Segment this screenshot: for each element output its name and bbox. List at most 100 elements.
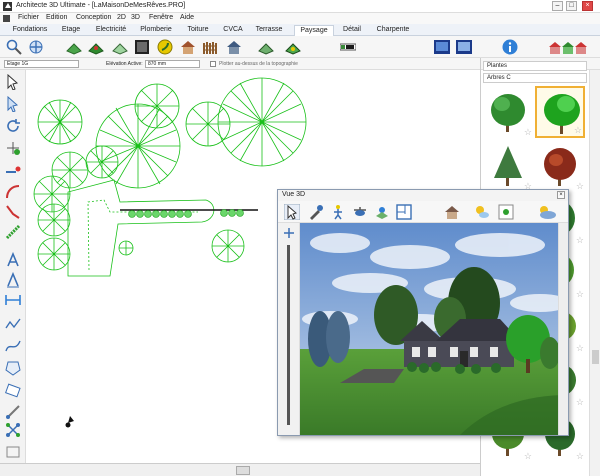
library-scrollbar[interactable] [589, 70, 600, 476]
select-arrow-icon[interactable] [284, 204, 300, 220]
ribbon-tabs: Fondations Etage Electricité Plomberie T… [0, 24, 600, 36]
tab-electricite[interactable]: Electricité [91, 25, 131, 36]
rectangle-tool-icon[interactable] [5, 382, 21, 398]
render-settings-icon[interactable] [498, 204, 514, 220]
line-tool-icon[interactable] [5, 164, 21, 180]
polygon-icon[interactable] [5, 360, 21, 376]
close-button[interactable]: × [582, 1, 593, 11]
tab-fondations[interactable]: Fondations [8, 25, 52, 36]
library-item[interactable]: ☆ [483, 86, 533, 138]
library-buildings-icon[interactable] [548, 39, 588, 55]
tree-symbol [37, 99, 83, 145]
menu-fichier[interactable]: Fichier [18, 14, 39, 21]
arc-tool-icon[interactable] [5, 184, 21, 200]
rotate-icon[interactable] [5, 118, 21, 134]
star-icon[interactable]: ☆ [524, 127, 532, 138]
library-item[interactable]: ☆ [483, 140, 533, 192]
elevation-field[interactable]: 870 mm [145, 60, 200, 68]
terrain-icon[interactable] [66, 39, 82, 55]
aerial-camera-icon[interactable] [352, 204, 368, 220]
view-3d-scrollbar[interactable] [558, 223, 568, 435]
search-icon[interactable] [6, 39, 22, 55]
terrain-profile-icon[interactable] [340, 39, 356, 55]
menu-conception[interactable]: Conception [76, 14, 111, 21]
library-scroll-thumb[interactable] [592, 350, 599, 364]
text-tool-icon[interactable] [5, 252, 21, 268]
floorplan-icon[interactable] [396, 204, 412, 220]
menu-3d[interactable]: 3D [131, 14, 140, 21]
plant-tool-icon[interactable] [157, 39, 173, 55]
gazebo-icon[interactable] [180, 39, 196, 55]
house-icon[interactable] [226, 39, 242, 55]
menu-aide[interactable]: Aide [180, 14, 194, 21]
view-3d-close-button[interactable]: × [557, 191, 565, 199]
tab-charpente[interactable]: Charpente [372, 25, 414, 36]
move-icon[interactable] [28, 39, 44, 55]
tab-plomberie[interactable]: Plomberie [136, 25, 176, 36]
dimension-icon[interactable] [5, 292, 21, 308]
layers-icon[interactable] [5, 444, 21, 460]
minimize-button[interactable]: – [552, 1, 563, 11]
zoom-slider-icon[interactable] [283, 227, 295, 239]
plot-checkbox[interactable] [210, 61, 216, 67]
fence-icon[interactable] [202, 39, 218, 55]
view-3d-render[interactable] [300, 223, 568, 435]
tab-terrasse[interactable]: Terrasse [251, 25, 287, 36]
spline-icon[interactable] [5, 338, 21, 354]
library-category[interactable]: Plantes [483, 61, 587, 71]
star-icon[interactable]: ☆ [576, 181, 584, 192]
add-point-icon[interactable] [5, 140, 21, 156]
menu-edition[interactable]: Edition [46, 14, 67, 21]
star-icon[interactable]: ☆ [524, 451, 532, 462]
eyedropper-icon[interactable] [308, 204, 324, 220]
star-icon[interactable]: ☆ [576, 235, 584, 246]
curve-tool-icon[interactable] [5, 204, 21, 220]
water-icon[interactable] [285, 39, 301, 55]
tree-symbol [217, 77, 307, 167]
garden-path [67, 179, 215, 277]
plan-trees [33, 77, 307, 271]
star-icon[interactable]: ☆ [576, 343, 584, 354]
zoom-slider-track[interactable] [287, 245, 290, 425]
select-arrow-icon[interactable] [5, 74, 21, 90]
star-icon[interactable]: ☆ [574, 125, 582, 136]
lawn-icon[interactable] [88, 39, 104, 55]
planting-bed-icon[interactable] [134, 39, 150, 55]
info-icon[interactable] [502, 39, 518, 55]
rock-icon[interactable] [258, 39, 274, 55]
tab-etage[interactable]: Etage [57, 25, 85, 36]
star-icon[interactable]: ☆ [576, 397, 584, 408]
weather-icon[interactable] [536, 204, 558, 220]
node-edit-icon[interactable] [5, 422, 21, 438]
menu-2d[interactable]: 2D [117, 14, 126, 21]
tab-cvca[interactable]: CVCA [221, 25, 245, 36]
chain-tool-icon[interactable] [5, 224, 21, 240]
tab-toiture[interactable]: Toiture [183, 25, 213, 36]
horizontal-scroll-thumb[interactable] [236, 466, 250, 475]
tab-paysage[interactable]: Paysage [294, 25, 334, 36]
view-plan-icon[interactable] [434, 39, 450, 55]
star-icon[interactable]: ☆ [576, 451, 584, 462]
library-item[interactable]: ☆ [535, 140, 585, 192]
library-subcategory[interactable]: Arbres C [483, 73, 587, 83]
select-point-icon[interactable] [5, 96, 21, 112]
restore-button[interactable]: □ [566, 1, 577, 11]
polyline-icon[interactable] [5, 316, 21, 332]
view-3d-window[interactable]: Vue 3D × [277, 189, 569, 436]
app-menu-icon[interactable] [3, 15, 10, 22]
star-icon[interactable]: ☆ [576, 289, 584, 300]
main-toolbar [0, 36, 600, 58]
menu-fenetre[interactable]: Fenêtre [149, 14, 173, 21]
house-icon[interactable] [444, 204, 460, 220]
level-select[interactable]: Etage 1G [4, 60, 79, 68]
orbit-icon[interactable] [374, 204, 390, 220]
sun-cloud-icon[interactable] [474, 204, 490, 220]
elevation-label: Elévation Active: [106, 61, 143, 67]
measure-icon[interactable] [5, 404, 21, 420]
walk-camera-icon[interactable] [330, 204, 346, 220]
tab-detail[interactable]: Détail [339, 25, 365, 36]
view-3d-icon[interactable] [456, 39, 472, 55]
label-tool-icon[interactable] [5, 272, 21, 288]
library-item-selected[interactable]: ☆ [535, 86, 585, 138]
paving-icon[interactable] [112, 39, 128, 55]
